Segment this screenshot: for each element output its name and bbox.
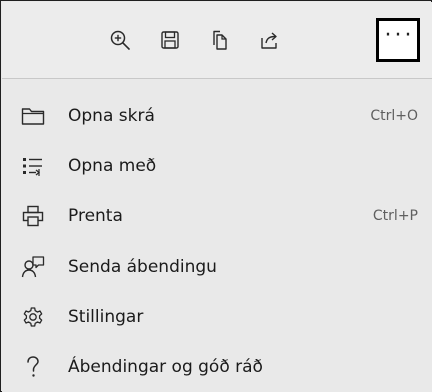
menu-item-shortcut: Ctrl+P xyxy=(372,208,418,224)
menu-item-label: Ábendingar og góð ráð xyxy=(68,357,263,377)
open-with-icon xyxy=(20,153,46,179)
toolbar: ··· xyxy=(2,2,432,78)
menu-item-tips-and-tricks[interactable]: Ábendingar og góð ráð xyxy=(2,343,432,391)
gear-icon xyxy=(20,304,46,330)
menu-item-open-with[interactable]: Opna með xyxy=(2,142,432,190)
share-button[interactable] xyxy=(248,18,292,62)
menu-item-shortcut: Ctrl+O xyxy=(370,108,418,124)
printer-icon xyxy=(20,203,46,229)
share-icon xyxy=(261,32,277,49)
more-options-button[interactable]: ··· xyxy=(376,18,420,62)
overflow-menu: Opna skrá Ctrl+O Opna með Prenta Ctrl+P … xyxy=(2,79,432,392)
menu-item-send-feedback[interactable]: Senda ábendingu xyxy=(2,243,432,291)
save-button[interactable] xyxy=(148,18,192,62)
help-icon xyxy=(20,354,46,380)
zoom-in-button[interactable] xyxy=(98,18,142,62)
menu-item-label: Senda ábendingu xyxy=(68,257,217,277)
more-icon: ··· xyxy=(384,23,415,48)
menu-item-label: Opna með xyxy=(68,156,157,176)
folder-icon xyxy=(20,103,46,129)
menu-item-label: Prenta xyxy=(68,206,123,226)
menu-item-settings[interactable]: Stillingar xyxy=(2,293,432,341)
copy-icon xyxy=(213,30,227,50)
menu-item-print[interactable]: Prenta Ctrl+P xyxy=(2,192,432,240)
menu-item-label: Opna skrá xyxy=(68,106,155,126)
feedback-icon xyxy=(20,254,46,280)
menu-item-label: Stillingar xyxy=(68,307,144,327)
copy-button[interactable] xyxy=(198,18,242,62)
menu-item-open-file[interactable]: Opna skrá Ctrl+O xyxy=(2,92,432,140)
app-window: ··· Opna skrá Ctrl+O Opna með Prenta Ctr… xyxy=(0,0,432,392)
zoom-in-icon xyxy=(110,30,130,50)
save-icon xyxy=(161,31,179,49)
